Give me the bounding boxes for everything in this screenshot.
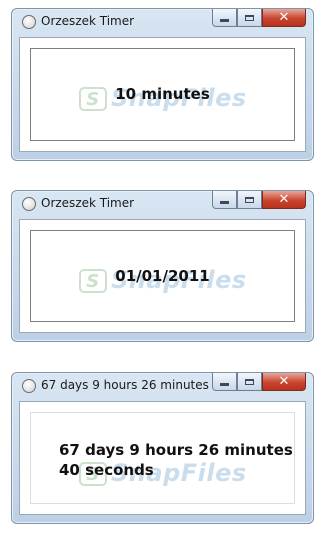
maximize-button[interactable]	[237, 9, 262, 27]
timer-display-text: 01/01/2011	[115, 267, 210, 285]
timer-display-text: 10 minutes	[115, 85, 210, 103]
window-client-area: S SnapFiles 67 days 9 hours 26 minutes 40…	[19, 401, 306, 515]
maximize-button[interactable]	[237, 191, 262, 209]
minimize-button[interactable]	[212, 191, 237, 209]
close-icon: ✕	[278, 10, 290, 25]
minimize-button[interactable]	[212, 9, 237, 27]
window-title: 67 days 9 hours 26 minutes ...	[41, 378, 211, 392]
window-title: Orzeszek Timer	[41, 14, 135, 28]
close-button[interactable]: ✕	[262, 9, 306, 27]
app-icon[interactable]	[22, 379, 36, 393]
timer-display-line-2: 40 seconds	[59, 461, 154, 479]
timer-display-box[interactable]: S SnapFiles 10 minutes	[30, 48, 295, 141]
window-client-area: S SnapFiles 10 minutes	[19, 37, 306, 152]
timer-display-box[interactable]: S SnapFiles 01/01/2011	[30, 230, 295, 322]
title-bar[interactable]: 67 days 9 hours 26 minutes ... ✕	[12, 373, 313, 400]
close-icon: ✕	[278, 192, 290, 207]
timer-window-1: Orzeszek Timer ✕ S SnapFiles 10 minutes	[11, 8, 314, 161]
caption-buttons: ✕	[212, 373, 306, 392]
minimize-icon	[220, 18, 229, 22]
timer-display-line-1: 67 days 9 hours 26 minutes	[59, 441, 293, 459]
maximize-icon	[245, 14, 254, 21]
app-icon[interactable]	[22, 15, 36, 29]
maximize-button[interactable]	[237, 373, 262, 391]
title-bar[interactable]: Orzeszek Timer ✕	[12, 9, 313, 36]
maximize-icon	[245, 378, 254, 385]
window-title: Orzeszek Timer	[41, 196, 135, 210]
minimize-icon	[220, 200, 229, 204]
app-icon[interactable]	[22, 197, 36, 211]
title-bar[interactable]: Orzeszek Timer ✕	[12, 191, 313, 218]
window-client-area: S SnapFiles 01/01/2011	[19, 219, 306, 333]
close-icon: ✕	[278, 374, 290, 389]
minimize-button[interactable]	[212, 373, 237, 391]
caption-buttons: ✕	[212, 9, 306, 28]
minimize-icon	[220, 382, 229, 386]
timer-display-box[interactable]: S SnapFiles 67 days 9 hours 26 minutes 40…	[30, 412, 295, 504]
timer-window-3: 67 days 9 hours 26 minutes ... ✕ S SnapFi…	[11, 372, 314, 524]
close-button[interactable]: ✕	[262, 191, 306, 209]
close-button[interactable]: ✕	[262, 373, 306, 391]
caption-buttons: ✕	[212, 191, 306, 210]
maximize-icon	[245, 196, 254, 203]
timer-window-2: Orzeszek Timer ✕ S SnapFiles 01/01/2011	[11, 190, 314, 342]
